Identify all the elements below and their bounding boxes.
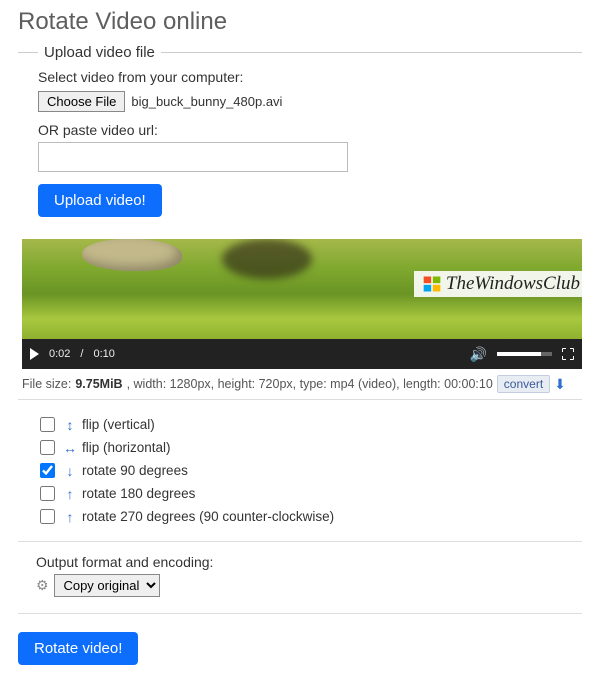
rotate-option-icon: ↑ [62,509,78,525]
video-scene-shadow [222,239,312,279]
file-info-rest: , width: 1280px, height: 720px, type: mp… [127,377,493,391]
rotate-option-checkbox[interactable] [40,486,55,501]
rotate-options: ↕ flip (vertical) ↔ flip (horizontal) ↓ rotat… [18,406,582,535]
windows-icon [422,274,442,294]
rotate-option-icon: ↑ [62,486,78,502]
time-current: 0:02 [49,348,70,360]
time-total: 0:10 [93,348,114,360]
video-scene-rock [82,239,182,271]
rotate-video-button[interactable]: Rotate video! [18,632,138,665]
file-size-prefix: File size: [22,377,71,391]
fullscreen-icon[interactable] [562,348,574,360]
rotate-option: ↔ flip (horizontal) [36,437,582,458]
rotate-option-label: rotate 90 degrees [82,463,188,478]
rotate-option-icon: ↕ [62,417,78,433]
gear-icon: ⚙ [36,577,49,593]
volume-slider[interactable] [497,352,552,356]
video-controls: 0:02 / 0:10 🔊 [22,339,582,369]
rotate-option-checkbox[interactable] [40,440,55,455]
separator [18,541,582,542]
upload-video-button[interactable]: Upload video! [38,184,162,217]
rotate-option: ↑ rotate 180 degrees [36,483,582,504]
play-icon[interactable] [30,348,39,360]
rotate-option-checkbox[interactable] [40,463,55,478]
rotate-option-checkbox[interactable] [40,509,55,524]
rotate-option-icon: ↓ [62,463,78,479]
separator [18,613,582,614]
or-paste-label: OR paste video url: [38,122,570,138]
output-block: Output format and encoding: ⚙ Copy origi… [18,548,582,607]
video-url-input[interactable] [38,142,348,172]
upload-legend: Upload video file [38,44,161,61]
volume-icon[interactable]: 🔊 [470,346,487,363]
rotate-option-label: rotate 270 degrees (90 counter-clockwise… [82,509,334,524]
file-size-value: 9.75MiB [75,377,122,391]
video-frame: TheWindowsClub [22,239,582,339]
page-title: Rotate Video online [18,8,582,36]
video-player[interactable]: TheWindowsClub 0:02 / 0:10 🔊 [22,239,582,369]
file-info: File size: 9.75MiB , width: 1280px, heig… [22,375,582,393]
rotate-option-checkbox[interactable] [40,417,55,432]
convert-button[interactable]: convert [497,375,550,393]
download-icon[interactable]: ⬇ [554,376,566,393]
choose-file-button[interactable]: Choose File [38,91,125,112]
upload-fieldset: Upload video file Select video from your… [18,44,582,231]
watermark: TheWindowsClub [414,271,582,297]
rotate-option: ↑ rotate 270 degrees (90 counter-clockwis… [36,506,582,527]
rotate-option-icon: ↔ [62,440,78,456]
select-label: Select video from your computer: [38,69,570,85]
output-label: Output format and encoding: [36,554,582,570]
selected-filename: big_buck_bunny_480p.avi [131,94,282,109]
output-format-select[interactable]: Copy original [54,574,160,597]
rotate-option-label: flip (horizontal) [82,440,171,455]
separator [18,399,582,400]
rotate-option-label: flip (vertical) [82,417,155,432]
rotate-option: ↓ rotate 90 degrees [36,460,582,481]
time-sep: / [80,348,83,360]
rotate-option: ↕ flip (vertical) [36,414,582,435]
watermark-text: TheWindowsClub [446,273,580,295]
rotate-option-label: rotate 180 degrees [82,486,195,501]
